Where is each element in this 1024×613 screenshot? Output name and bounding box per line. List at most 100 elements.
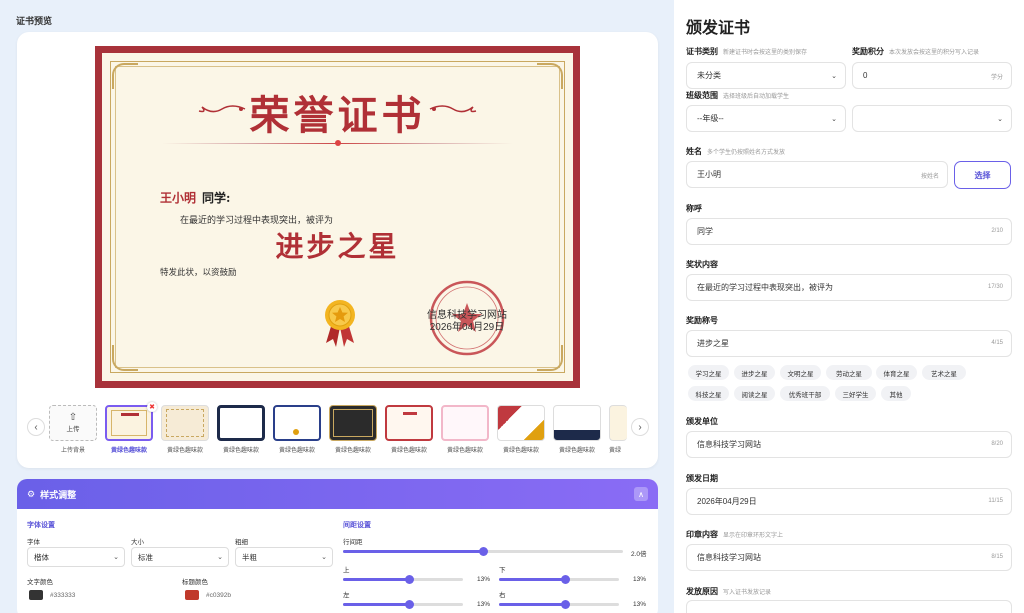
- certificate-paper: 荣誉证书 王小明 同学: 在最近的学习过程中表现突出，被评为 进步之星 特发此状，…: [102, 53, 573, 381]
- right-margin-slider[interactable]: [499, 600, 619, 609]
- template-thumb[interactable]: [385, 405, 433, 441]
- grade-select[interactable]: --年级-- ⌄: [686, 105, 846, 132]
- slider-handle[interactable]: [561, 600, 570, 609]
- template-thumb[interactable]: [161, 405, 209, 441]
- divider-dot: [334, 140, 341, 146]
- upload-caption: 上传背景: [60, 448, 85, 454]
- award-tag[interactable]: 学习之星: [688, 365, 729, 380]
- right-margin-value: 13%: [633, 601, 647, 608]
- template-thumb[interactable]: [553, 405, 601, 441]
- issuer-label: 颁发单位: [686, 417, 718, 426]
- award-tag[interactable]: 进步之星: [734, 365, 775, 380]
- select-student-button[interactable]: 选择: [954, 161, 1011, 189]
- upload-background-button[interactable]: ⇧ 上传: [49, 405, 97, 441]
- font-select[interactable]: 楷体 ⌄: [27, 547, 125, 567]
- category-label: 证书类别 新建证书时会按这里的类别保存: [686, 47, 808, 56]
- name-suffix: 按姓名: [920, 174, 939, 180]
- reason-input[interactable]: [686, 600, 1012, 613]
- template-thumb[interactable]: [273, 405, 321, 441]
- left-margin-label: 左: [343, 592, 350, 599]
- style-panel-header[interactable]: ⚙ 样式调整: [17, 479, 658, 509]
- name-input[interactable]: 王小明 按姓名: [686, 161, 948, 188]
- award-tag[interactable]: 科技之星: [688, 386, 729, 401]
- left-margin-slider[interactable]: [343, 600, 463, 609]
- collapse-button[interactable]: ∧: [634, 487, 648, 501]
- bottom-margin-slider[interactable]: [499, 575, 619, 584]
- template-thumb[interactable]: [105, 405, 153, 441]
- template-label: 黄绿色趣味款: [334, 448, 371, 454]
- content-input[interactable]: 在最近的学习过程中表现突出，被评为 17/30: [686, 274, 1012, 301]
- weight-select[interactable]: 半粗 ⌄: [235, 547, 333, 567]
- award-title-label: 奖励称号: [686, 316, 718, 325]
- form-title: 颁发证书: [686, 20, 751, 37]
- chevron-down-icon: ⌄: [113, 554, 119, 561]
- chevron-down-icon: ⌄: [831, 116, 837, 123]
- date-input[interactable]: 2026年04月29日 11/15: [686, 488, 1012, 515]
- category-select[interactable]: 未分类 ⌄: [686, 62, 846, 89]
- upload-icon: ⇧: [68, 412, 78, 423]
- award-tag[interactable]: 体育之星: [876, 365, 917, 380]
- award-tag[interactable]: 三好学生: [835, 386, 876, 401]
- title-color-swatch[interactable]: [185, 590, 199, 600]
- template-thumb[interactable]: [329, 405, 377, 441]
- date-label: 颁发日期: [686, 474, 718, 483]
- honorific-input[interactable]: 同学 2/10: [686, 218, 1012, 245]
- font-settings-title: 字体设置: [27, 522, 55, 529]
- template-thumb[interactable]: [441, 405, 489, 441]
- award-tag[interactable]: 优秀班干部: [780, 386, 830, 401]
- points-input[interactable]: 0 学分: [852, 62, 1012, 89]
- text-color-swatch[interactable]: [29, 590, 43, 600]
- certificate-closing: 特发此状，以资鼓励: [160, 268, 237, 278]
- gear-icon: ⚙: [27, 488, 36, 499]
- points-label: 奖励积分 本次发放会按这里的积分写入记录: [852, 47, 980, 56]
- line-height-slider[interactable]: [343, 547, 623, 556]
- name-label: 姓名 多个学生仍按照姓名方式发放: [686, 147, 786, 156]
- award-title-input[interactable]: 进步之星 4/15: [686, 330, 1012, 357]
- template-label: 黄绿色趣味款: [278, 448, 315, 454]
- template-thumb[interactable]: [217, 405, 265, 441]
- template-label: 黄绿色趣味款: [390, 448, 427, 454]
- chevron-left-icon: ‹: [34, 421, 38, 433]
- bottom-margin-label: 下: [499, 567, 506, 574]
- medal-icon: [325, 300, 355, 347]
- chevron-down-icon: ⌄: [997, 116, 1003, 123]
- reason-label: 发放原因 写入证书发放记录: [686, 587, 772, 596]
- slider-handle[interactable]: [479, 547, 488, 556]
- slider-handle[interactable]: [561, 575, 570, 584]
- award-tag[interactable]: 其他: [881, 386, 911, 401]
- template-thumb[interactable]: [609, 405, 627, 441]
- chevron-down-icon: ⌄: [321, 554, 327, 561]
- template-label: 黄绿色趣味款: [110, 448, 147, 454]
- template-carousel: ‹ ⇧ 上传 上传背景 ✖ 黄绿色趣味款 黄绿色趣味款 黄绿色趣味款 黄绿色趣味…: [27, 402, 649, 455]
- content-label: 奖状内容: [686, 260, 718, 269]
- line-height-label: 行间距: [343, 539, 363, 546]
- award-tag[interactable]: 劳动之星: [826, 365, 872, 380]
- style-panel-title: 样式调整: [40, 489, 77, 500]
- certificate-issuer: 信息科技学习网站: [427, 310, 507, 321]
- issuer-input[interactable]: 信息科技学习网站 8/20: [686, 431, 1012, 458]
- font-label: 字体: [27, 539, 40, 546]
- carousel-prev-button[interactable]: ‹: [27, 418, 45, 436]
- award-tag[interactable]: 文明之星: [780, 365, 821, 380]
- weight-label: 粗细: [235, 539, 248, 546]
- certificate-issuer-block: 信息科技学习网站 2026年04月29日: [412, 310, 522, 334]
- template-label: 黄绿色趣味款: [222, 448, 259, 454]
- award-tag[interactable]: 艺术之星: [922, 365, 966, 380]
- top-margin-slider[interactable]: [343, 575, 463, 584]
- corner-ornament: [112, 345, 138, 371]
- seal-input[interactable]: 信息科技学习网站 8/15: [686, 544, 1012, 571]
- text-color-value: #333333: [50, 592, 76, 599]
- slider-handle[interactable]: [405, 575, 414, 584]
- certificate-award: 进步之星: [275, 230, 400, 263]
- template-thumb[interactable]: [497, 405, 545, 441]
- top-margin-label: 上: [343, 567, 350, 574]
- class-select[interactable]: ⌄: [852, 105, 1012, 132]
- template-label: 黄绿色趣味款: [558, 448, 595, 454]
- size-select[interactable]: 标准 ⌄: [131, 547, 229, 567]
- carousel-next-button[interactable]: ›: [631, 418, 649, 436]
- award-tag[interactable]: 阅读之星: [734, 386, 775, 401]
- class-scope-label: 班级范围 选择班级后自动加载学生: [686, 91, 790, 100]
- slider-handle[interactable]: [405, 600, 414, 609]
- delete-template-icon[interactable]: ✖: [147, 402, 157, 412]
- certificate: 荣誉证书 王小明 同学: 在最近的学习过程中表现突出，被评为 进步之星 特发此状，…: [95, 46, 580, 388]
